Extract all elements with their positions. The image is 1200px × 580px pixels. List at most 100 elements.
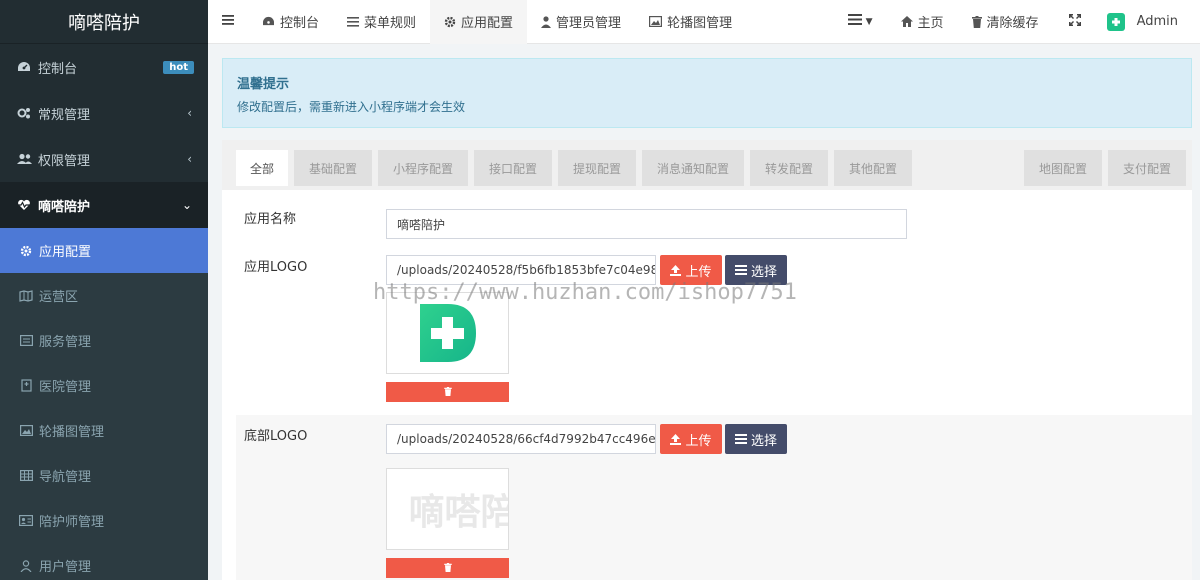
- app-name-label: 应用名称: [244, 212, 297, 227]
- home-link[interactable]: 主页: [887, 0, 958, 44]
- sidebar-item-didaphuhu[interactable]: 嘀嗒陪护 ⌄: [0, 182, 208, 228]
- trash-icon: [443, 561, 452, 576]
- home-icon: [900, 16, 913, 27]
- sidebar-item-general[interactable]: 常规管理 ‹: [0, 90, 208, 136]
- app-logo-label: 应用LOGO: [244, 260, 308, 275]
- hospital-icon: [18, 379, 34, 392]
- bottom-logo-preview: 嘀嗒陪: [386, 468, 509, 550]
- sidebar-sub-nav[interactable]: 导航管理: [0, 453, 208, 498]
- caret-down-icon: ▼: [865, 16, 873, 27]
- tab-label: 轮播图管理: [667, 16, 733, 31]
- sidebar-sub-hospital[interactable]: 医院管理: [0, 363, 208, 408]
- config-tab-notification[interactable]: 消息通知配置: [642, 150, 744, 186]
- brand-title[interactable]: 嘀嗒陪护: [0, 0, 208, 44]
- config-panel: 全部 基础配置 小程序配置 接口配置 提现配置 消息通知配置 转发配置 其他配置…: [222, 140, 1192, 580]
- bottom-logo-image-text: 嘀嗒陪: [408, 492, 509, 533]
- fullscreen-button[interactable]: [1053, 0, 1097, 44]
- config-tab-payment[interactable]: 支付配置: [1108, 150, 1186, 186]
- tabs-dropdown-button[interactable]: ▼: [834, 0, 887, 44]
- config-tabs: 全部 基础配置 小程序配置 接口配置 提现配置 消息通知配置 转发配置 其他配置…: [222, 140, 1192, 190]
- tab-admin[interactable]: 管理员管理: [527, 0, 635, 44]
- list-alt-icon: [18, 335, 34, 346]
- top-navbar: 控制台 菜单规则 应用配置 管理员管理 轮播图管理 ▼ 主页 清除缓存 Admi…: [208, 0, 1200, 44]
- tip-alert: 温馨提示 修改配置后，需重新进入小程序端才会生效: [222, 58, 1192, 128]
- gear-icon: [444, 16, 456, 28]
- list-icon: [847, 14, 862, 29]
- navbar-right: ▼ 主页 清除缓存 Admin: [834, 0, 1200, 44]
- id-card-icon: [18, 515, 34, 526]
- tab-dashboard[interactable]: 控制台: [248, 0, 333, 44]
- config-tab-share[interactable]: 转发配置: [750, 150, 828, 186]
- tab-app-config[interactable]: 应用配置: [430, 0, 528, 44]
- sidebar-sub-region[interactable]: 运营区: [0, 273, 208, 318]
- sidebar-sub-banner[interactable]: 轮播图管理: [0, 408, 208, 453]
- config-tab-map[interactable]: 地图配置: [1024, 150, 1102, 186]
- list-icon: [734, 434, 747, 444]
- cogs-icon: [16, 107, 32, 119]
- form-row-bottom-logo: 底部LOGO /uploads/20240528/66cf4d7992b47cc…: [236, 415, 1192, 580]
- main-content: 温馨提示 修改配置后，需重新进入小程序端才会生效 全部 基础配置 小程序配置 接…: [208, 44, 1200, 580]
- user-icon: [541, 15, 552, 28]
- sidebar-sub-user[interactable]: 用户管理: [0, 543, 208, 580]
- heartbeat-icon: [16, 199, 32, 211]
- sidebar-item-label: 控制台: [38, 61, 78, 77]
- map-icon: [18, 289, 34, 302]
- config-tab-all[interactable]: 全部: [236, 150, 288, 186]
- home-label: 主页: [917, 16, 944, 31]
- list-icon: [734, 265, 747, 275]
- sidebar-sub-label: 用户管理: [39, 560, 92, 575]
- upload-icon: [670, 264, 682, 276]
- users-icon: [16, 153, 32, 165]
- upload-label: 上传: [685, 433, 712, 449]
- bottom-logo-label: 底部LOGO: [244, 429, 308, 444]
- delete-bottom-logo-button[interactable]: [386, 558, 509, 578]
- bars-icon: [222, 14, 234, 29]
- tab-label: 菜单规则: [364, 16, 417, 31]
- sidebar-sub-label: 轮播图管理: [39, 425, 105, 440]
- tab-label: 管理员管理: [556, 16, 622, 31]
- sidebar-sub-service[interactable]: 服务管理: [0, 318, 208, 363]
- clear-cache-button[interactable]: 清除缓存: [958, 0, 1053, 44]
- sidebar-item-label: 常规管理: [38, 107, 91, 123]
- upload-button[interactable]: 上传: [660, 424, 722, 454]
- sidebar-item-label: 嘀嗒陪护: [38, 199, 91, 215]
- sidebar-item-permission[interactable]: 权限管理 ‹: [0, 136, 208, 182]
- user-name: Admin: [1136, 14, 1178, 29]
- chevron-left-icon: ‹: [187, 152, 192, 166]
- sidebar-toggle-button[interactable]: [208, 0, 248, 44]
- avatar: [1106, 12, 1125, 31]
- sidebar-item-dashboard[interactable]: 控制台 hot: [0, 44, 208, 90]
- tab-label: 应用配置: [461, 16, 514, 31]
- tab-banner[interactable]: 轮播图管理: [635, 0, 746, 44]
- bottom-logo-input[interactable]: /uploads/20240528/66cf4d7992b47cc496ea73…: [386, 424, 656, 454]
- select-button[interactable]: 选择: [725, 424, 787, 454]
- upload-icon: [670, 433, 682, 445]
- app-name-input[interactable]: 嘀嗒陪护: [386, 209, 907, 239]
- form-row-app-name: 应用名称 嘀嗒陪护: [236, 198, 1192, 244]
- sidebar-sub-label: 运营区: [39, 290, 79, 305]
- user-menu[interactable]: Admin: [1097, 0, 1200, 44]
- delete-app-logo-button[interactable]: [386, 382, 509, 402]
- app-logo-image: [419, 304, 476, 362]
- select-label: 选择: [750, 264, 777, 280]
- config-tab-api[interactable]: 接口配置: [474, 150, 552, 186]
- image-icon: [18, 425, 34, 436]
- sidebar-sub-label: 导航管理: [39, 470, 92, 485]
- sidebar-sub-caregiver[interactable]: 陪护师管理: [0, 498, 208, 543]
- sidebar-sub-app-config[interactable]: 应用配置: [0, 228, 208, 273]
- sidebar: 嘀嗒陪护 控制台 hot 常规管理 ‹ 权限管理 ‹ 嘀嗒陪护 ⌄ 应用配置 运…: [0, 0, 208, 580]
- config-tab-miniprogram[interactable]: 小程序配置: [378, 150, 468, 186]
- sidebar-sub-label: 医院管理: [39, 380, 92, 395]
- tab-menu-rules[interactable]: 菜单规则: [333, 0, 430, 44]
- table-icon: [18, 470, 34, 481]
- form-row-app-logo: 应用LOGO /uploads/20240528/f5b6fb1853bfe7c…: [236, 246, 1192, 410]
- watermark-text: https://www.huzhan.com/ishop7751: [373, 280, 797, 305]
- config-tab-other[interactable]: 其他配置: [834, 150, 912, 186]
- dashboard-icon: [16, 61, 32, 73]
- chevron-down-icon: ⌄: [181, 198, 192, 212]
- config-tab-basic[interactable]: 基础配置: [294, 150, 372, 186]
- config-tab-withdraw[interactable]: 提现配置: [558, 150, 636, 186]
- image-icon: [649, 16, 663, 27]
- chevron-left-icon: ‹: [187, 106, 192, 120]
- user-icon: [18, 559, 34, 572]
